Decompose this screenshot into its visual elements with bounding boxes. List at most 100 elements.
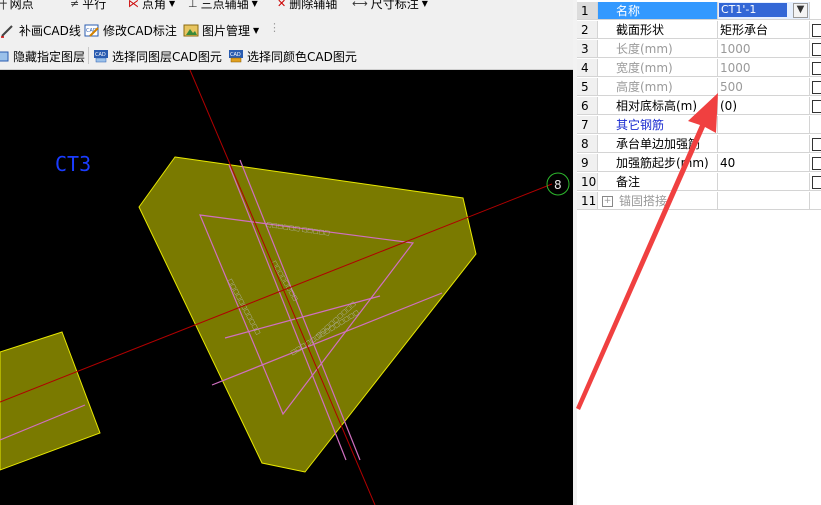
cad-drawing-canvas[interactable]: □□□□□□ □□□□□ □□□□□□□□□□□ □□□□□□□□ □□□□□□… bbox=[0, 70, 573, 505]
cad-layer-icon: CAD bbox=[94, 50, 108, 63]
row-number: 11 bbox=[577, 192, 598, 210]
select-same-layer-button[interactable]: CAD 选择同图层CAD图元 bbox=[93, 48, 222, 65]
cad-drawing: □□□□□□ □□□□□ □□□□□□□□□□□ □□□□□□□□ □□□□□□… bbox=[0, 70, 570, 505]
row-number: 1 bbox=[577, 2, 598, 20]
point-angle-button[interactable]: ⋉ 点角 ▼ bbox=[128, 0, 175, 12]
property-row-width[interactable]: 4 宽度(mm) 1000 bbox=[577, 59, 821, 78]
hide-layer-button[interactable]: 隐藏指定图层 bbox=[0, 48, 85, 65]
row-number: 5 bbox=[577, 78, 598, 96]
property-value[interactable] bbox=[718, 173, 810, 191]
property-checkbox[interactable] bbox=[812, 24, 821, 37]
edit-cad-dimension-button[interactable]: CAD 修改CAD标注 bbox=[84, 22, 177, 39]
point-angle-icon: ⋉ bbox=[128, 0, 139, 10]
property-checkbox-cell bbox=[810, 154, 821, 172]
property-name: 名称 bbox=[598, 2, 718, 20]
select-same-color-button[interactable]: CAD 选择同颜色CAD图元 bbox=[228, 48, 357, 65]
property-value[interactable] bbox=[718, 135, 810, 153]
property-checkbox[interactable] bbox=[812, 62, 821, 75]
chevron-down-icon: ▼ bbox=[421, 0, 428, 8]
property-name: 加强筋起步(mm) bbox=[598, 154, 718, 172]
image-icon bbox=[183, 24, 199, 37]
property-value[interactable]: 500 bbox=[718, 78, 810, 96]
property-checkbox-cell bbox=[810, 78, 821, 96]
property-value[interactable]: 1000 bbox=[718, 40, 810, 58]
property-row-section-shape[interactable]: 2 截面形状 矩形承台 bbox=[577, 21, 821, 40]
chevron-down-icon: ▼ bbox=[251, 0, 258, 8]
property-value[interactable] bbox=[718, 116, 810, 134]
chevron-down-icon: ▼ bbox=[253, 26, 260, 35]
cad-edit-icon: CAD bbox=[84, 24, 99, 37]
property-checkbox[interactable] bbox=[812, 81, 821, 94]
dot-tool-button[interactable]: ┼ 网点 bbox=[0, 0, 34, 12]
property-checkbox[interactable] bbox=[812, 43, 821, 56]
property-row-name[interactable]: 1 名称 CT1'-1 ▼ bbox=[577, 2, 821, 21]
property-checkbox[interactable] bbox=[812, 138, 821, 151]
property-checkbox-cell bbox=[810, 59, 821, 77]
row-number: 2 bbox=[577, 21, 598, 39]
property-name: 承台单边加强筋 bbox=[598, 135, 718, 153]
row-number: 8 bbox=[577, 135, 598, 153]
property-checkbox[interactable] bbox=[812, 100, 821, 113]
row-number: 4 bbox=[577, 59, 598, 77]
chevron-down-icon: ▼ bbox=[169, 0, 176, 8]
property-value[interactable]: 1000 bbox=[718, 59, 810, 77]
name-value-input[interactable]: CT1'-1 bbox=[719, 3, 787, 17]
property-row-bottom-elevation[interactable]: 6 相对底标高(m) (0) bbox=[577, 97, 821, 116]
property-name: 高度(mm) bbox=[598, 78, 718, 96]
property-checkbox-cell bbox=[810, 192, 821, 210]
dimension-button[interactable]: ⟷ 尺寸标注 ▼ bbox=[352, 0, 428, 12]
property-row-edge-reinforcement[interactable]: 8 承台单边加强筋 bbox=[577, 135, 821, 154]
delete-axis-icon: ✕ bbox=[277, 0, 287, 10]
property-row-other-rebar[interactable]: 7 其它钢筋 bbox=[577, 116, 821, 135]
row-number: 10 bbox=[577, 173, 598, 191]
row-number: 3 bbox=[577, 40, 598, 58]
toolbar-top: ┼ 网点 ≠ 平行 ⋉ 点角 ▼ ⊥ 三点辅轴 ▼ ✕ 删除辅轴 ⟷ 尺寸标注 … bbox=[0, 0, 573, 19]
property-row-length[interactable]: 3 长度(mm) 1000 bbox=[577, 40, 821, 59]
property-name: 截面形状 bbox=[598, 21, 718, 39]
property-value[interactable] bbox=[718, 192, 810, 210]
property-checkbox-cell bbox=[810, 40, 821, 58]
pile-cap-label: CT3 bbox=[55, 152, 91, 176]
property-group-name: 其它钢筋 bbox=[598, 116, 718, 134]
property-checkbox[interactable] bbox=[812, 176, 821, 189]
row-number: 9 bbox=[577, 154, 598, 172]
delete-axis-button[interactable]: ✕ 删除辅轴 bbox=[277, 0, 337, 12]
hide-layer-icon bbox=[0, 51, 9, 62]
property-value[interactable]: 40 bbox=[718, 154, 810, 172]
property-name: 相对底标高(m) bbox=[598, 97, 718, 115]
property-row-anchorage[interactable]: 11 + 锚固搭接 bbox=[577, 192, 821, 211]
parallel-button[interactable]: ≠ 平行 bbox=[70, 0, 106, 12]
property-row-remarks[interactable]: 10 备注 bbox=[577, 173, 821, 192]
svg-text:CAD: CAD bbox=[95, 52, 106, 58]
chevron-down-icon[interactable]: ▼ bbox=[793, 3, 808, 18]
property-checkbox-cell bbox=[810, 2, 821, 20]
property-row-reinforcement-start[interactable]: 9 加强筋起步(mm) 40 bbox=[577, 154, 821, 173]
expand-plus-icon[interactable]: + bbox=[602, 196, 613, 207]
row-number: 6 bbox=[577, 97, 598, 115]
property-row-height[interactable]: 5 高度(mm) 500 bbox=[577, 78, 821, 97]
property-value-editor[interactable]: CT1'-1 ▼ bbox=[718, 2, 810, 20]
axis-marker-label: 8 bbox=[554, 178, 562, 192]
row-number: 7 bbox=[577, 116, 598, 134]
property-checkbox-cell bbox=[810, 135, 821, 153]
pile-cap-ct3[interactable] bbox=[138, 156, 477, 473]
toolbar-bottom: 隐藏指定图层 CAD 选择同图层CAD图元 CAD 选择同颜色CAD图元 bbox=[0, 42, 573, 70]
toolbar-middle: 补画CAD线 CAD 修改CAD标注 图片管理 ▼ ⋮ bbox=[0, 18, 573, 42]
image-manager-button[interactable]: 图片管理 ▼ bbox=[183, 22, 259, 39]
property-name: 锚固搭接 bbox=[619, 194, 668, 208]
parallel-icon: ≠ bbox=[70, 0, 80, 10]
pile-cap-partial[interactable] bbox=[0, 331, 101, 471]
property-value[interactable]: (0) bbox=[718, 97, 810, 115]
dimension-icon: ⟷ bbox=[352, 0, 368, 10]
cad-color-icon: CAD bbox=[229, 50, 243, 63]
toolbar-grip[interactable]: ⋮ bbox=[269, 21, 280, 34]
three-point-axis-button[interactable]: ⊥ 三点辅轴 ▼ bbox=[188, 0, 258, 12]
property-value[interactable]: 矩形承台 bbox=[718, 21, 810, 39]
toolbar-separator bbox=[88, 47, 89, 64]
draw-cad-line-button[interactable]: 补画CAD线 bbox=[0, 22, 81, 39]
pencil-line-icon bbox=[1, 25, 13, 38]
property-checkbox[interactable] bbox=[812, 157, 821, 170]
axis-icon: ⊥ bbox=[188, 0, 198, 10]
property-checkbox-cell bbox=[810, 116, 821, 134]
property-name: 备注 bbox=[598, 173, 718, 191]
